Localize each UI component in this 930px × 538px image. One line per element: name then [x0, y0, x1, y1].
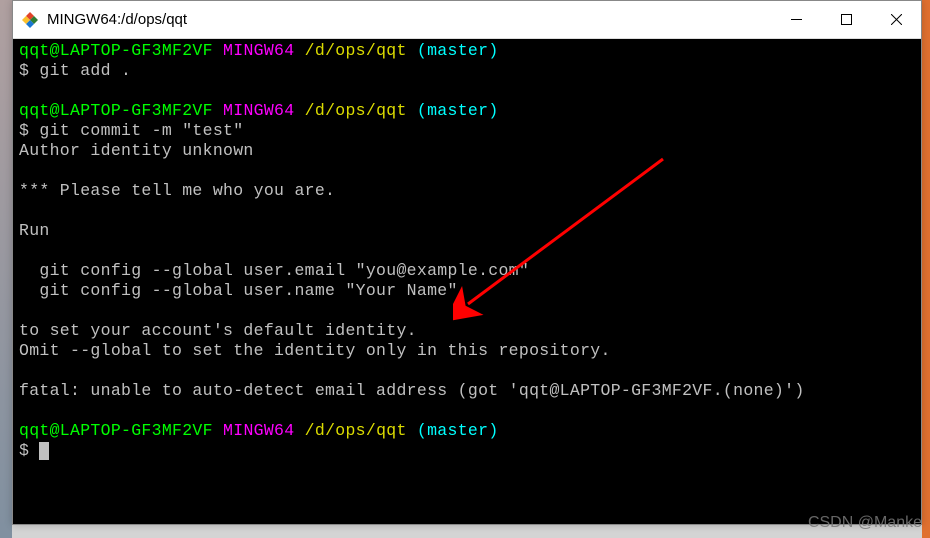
- system-name: MINGW64: [223, 41, 294, 60]
- terminal-window: MINGW64:/d/ops/qqt qqt@LAPTOP-GF3MF2VF M…: [12, 0, 922, 525]
- titlebar[interactable]: MINGW64:/d/ops/qqt: [13, 1, 921, 39]
- prompt-line: qqt@LAPTOP-GF3MF2VF MINGW64 /d/ops/qqt (…: [19, 101, 915, 121]
- git-branch: (master): [417, 101, 499, 120]
- output-line: [19, 241, 915, 261]
- prompt-symbol: $: [19, 441, 29, 460]
- system-name: MINGW64: [223, 421, 294, 440]
- output-line: Run: [19, 221, 915, 241]
- cwd-path: /d/ops/qqt: [305, 101, 407, 120]
- output-line: [19, 161, 915, 181]
- blank-line: [19, 81, 915, 101]
- desktop-left-edge: [0, 0, 12, 538]
- git-branch: (master): [417, 421, 499, 440]
- watermark-text: CSDN @Manke: [808, 514, 922, 532]
- window-controls: [771, 1, 921, 38]
- close-button[interactable]: [871, 1, 921, 38]
- app-icon: [21, 11, 39, 29]
- command-line: $ git commit -m "test": [19, 121, 915, 141]
- minimize-button[interactable]: [771, 1, 821, 38]
- prompt-symbol: $: [19, 61, 29, 80]
- output-line: git config --global user.email "you@exam…: [19, 261, 915, 281]
- output-line: git config --global user.name "Your Name…: [19, 281, 915, 301]
- desktop-right-edge: [922, 0, 930, 538]
- prompt-symbol: $: [19, 121, 29, 140]
- cwd-path: /d/ops/qqt: [305, 41, 407, 60]
- output-line: [19, 401, 915, 421]
- command-line: $: [19, 441, 915, 461]
- maximize-button[interactable]: [821, 1, 871, 38]
- cwd-path: /d/ops/qqt: [305, 421, 407, 440]
- output-line: Author identity unknown: [19, 141, 915, 161]
- vertical-scrollbar[interactable]: [907, 39, 921, 524]
- output-line: [19, 301, 915, 321]
- system-name: MINGW64: [223, 101, 294, 120]
- cursor: [39, 442, 49, 460]
- output-line: fatal: unable to auto-detect email addre…: [19, 381, 915, 401]
- prompt-line: qqt@LAPTOP-GF3MF2VF MINGW64 /d/ops/qqt (…: [19, 41, 915, 61]
- command-text: git commit -m "test": [39, 121, 243, 140]
- user-host: qqt@LAPTOP-GF3MF2VF: [19, 421, 213, 440]
- window-title: MINGW64:/d/ops/qqt: [47, 11, 771, 28]
- git-branch: (master): [417, 41, 499, 60]
- command-line: $ git add .: [19, 61, 915, 81]
- output-line: Omit --global to set the identity only i…: [19, 341, 915, 361]
- user-host: qqt@LAPTOP-GF3MF2VF: [19, 101, 213, 120]
- user-host: qqt@LAPTOP-GF3MF2VF: [19, 41, 213, 60]
- output-line: [19, 361, 915, 381]
- terminal-body[interactable]: qqt@LAPTOP-GF3MF2VF MINGW64 /d/ops/qqt (…: [13, 39, 921, 524]
- output-line: *** Please tell me who you are.: [19, 181, 915, 201]
- output-line: [19, 201, 915, 221]
- output-line: to set your account's default identity.: [19, 321, 915, 341]
- prompt-line: qqt@LAPTOP-GF3MF2VF MINGW64 /d/ops/qqt (…: [19, 421, 915, 441]
- command-text: git add .: [39, 61, 131, 80]
